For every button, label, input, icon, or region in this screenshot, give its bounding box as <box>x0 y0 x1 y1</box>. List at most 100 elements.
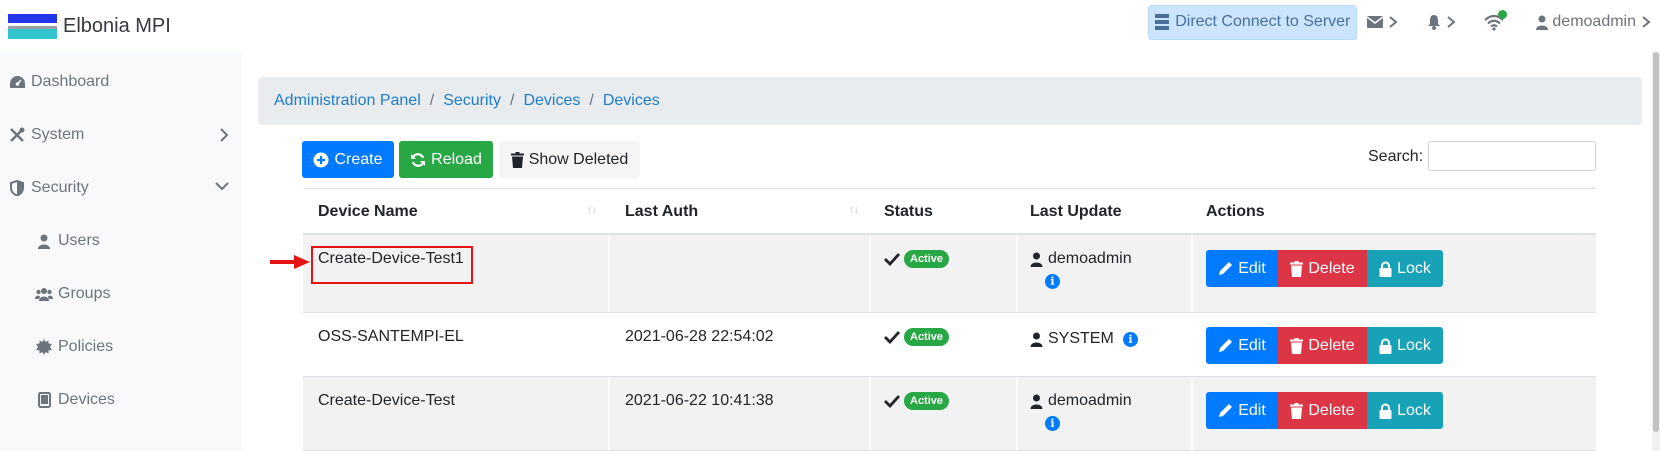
lock-label: Lock <box>1397 401 1431 419</box>
sidebar: Dashboard System Security Users Groups P… <box>0 52 242 451</box>
status-cell: Active <box>884 392 950 410</box>
header-last-auth[interactable]: Last Auth <box>625 203 698 221</box>
sort-icon[interactable]: ↑↓ <box>587 204 597 216</box>
breadcrumb-separator: / <box>589 92 594 109</box>
last-update: SYSTEM <box>1030 330 1114 348</box>
connection-status[interactable] <box>1484 10 1508 31</box>
delete-button[interactable]: Delete <box>1278 327 1367 364</box>
breadcrumb-devices[interactable]: Devices <box>523 92 580 110</box>
check-icon <box>884 395 900 408</box>
page-scrollbar[interactable] <box>1652 52 1660 451</box>
user-icon <box>1030 332 1043 347</box>
sidebar-item-system[interactable]: System <box>8 120 230 150</box>
highlight-box <box>311 246 473 284</box>
last-update: demoadmin <box>1030 392 1132 410</box>
chevron-right-icon <box>1389 16 1398 28</box>
sidebar-item-label: Groups <box>58 285 111 302</box>
brand[interactable]: Elbonia MPI <box>8 14 171 39</box>
flag-logo <box>8 14 57 39</box>
sort-icon[interactable]: ↑↓ <box>849 204 859 216</box>
pencil-icon <box>1219 262 1233 275</box>
envelope-icon <box>1367 16 1384 28</box>
breadcrumb-administration-panel[interactable]: Administration Panel <box>274 92 421 110</box>
lock-icon <box>1379 338 1392 354</box>
scrollbar-thumb[interactable] <box>1653 52 1659 432</box>
delete-label: Delete <box>1308 401 1355 419</box>
create-button[interactable]: Create <box>302 141 394 178</box>
user-icon <box>1030 394 1043 409</box>
sidebar-item-users[interactable]: Users <box>35 226 257 256</box>
sidebar-item-label: Dashboard <box>31 73 110 90</box>
lock-button[interactable]: Lock <box>1367 250 1443 287</box>
chevron-right-icon <box>1642 16 1651 28</box>
tablet-icon <box>35 391 53 409</box>
header-device-name[interactable]: Device Name <box>318 203 418 221</box>
server-icon <box>1155 14 1170 30</box>
status-cell: Active <box>884 328 950 346</box>
sidebar-item-label: Security <box>31 179 89 196</box>
delete-label: Delete <box>1308 259 1355 277</box>
edit-button[interactable]: Edit <box>1206 327 1278 364</box>
plus-circle-icon <box>313 152 329 167</box>
device-name: Create-Device-Test <box>318 392 455 409</box>
delete-label: Delete <box>1308 336 1355 354</box>
edit-label: Edit <box>1238 336 1266 354</box>
breadcrumb-separator: / <box>510 92 515 109</box>
delete-button[interactable]: Delete <box>1278 392 1367 429</box>
reload-label: Reload <box>431 150 482 168</box>
trash-icon <box>510 151 524 168</box>
chevron-right-icon <box>220 128 229 142</box>
user-icon <box>1536 15 1549 30</box>
show-deleted-button[interactable]: Show Deleted <box>499 141 640 178</box>
edit-label: Edit <box>1238 259 1266 277</box>
edit-label: Edit <box>1238 401 1266 419</box>
header-status: Status <box>884 203 933 220</box>
check-icon <box>884 331 900 344</box>
pencil-icon <box>1219 339 1233 352</box>
lock-icon <box>1379 261 1392 277</box>
last-update: demoadmin <box>1030 250 1132 268</box>
row-actions: Edit Delete Lock <box>1206 392 1443 429</box>
breadcrumb-separator: / <box>429 92 435 109</box>
show-deleted-label: Show Deleted <box>528 150 629 168</box>
sidebar-item-dashboard[interactable]: Dashboard <box>8 67 230 97</box>
edit-button[interactable]: Edit <box>1206 250 1278 287</box>
breadcrumb-security[interactable]: Security <box>443 92 501 110</box>
status-badge: Active <box>904 250 950 268</box>
pencil-icon <box>1219 404 1233 417</box>
table-row: Create-Device-Test1 Active demoadmin i E… <box>303 235 1596 313</box>
info-icon[interactable]: i <box>1045 274 1060 289</box>
info-icon[interactable]: i <box>1123 332 1138 347</box>
reload-button[interactable]: Reload <box>399 141 493 178</box>
notifications-menu[interactable] <box>1427 14 1457 30</box>
edit-button[interactable]: Edit <box>1206 392 1278 429</box>
shield-icon <box>8 179 26 197</box>
breadcrumb-devices-current[interactable]: Devices <box>603 92 660 110</box>
tools-icon <box>8 126 26 144</box>
sidebar-item-devices[interactable]: Devices <box>35 385 257 415</box>
trash-icon <box>1290 337 1304 354</box>
messages-menu[interactable] <box>1367 14 1399 30</box>
info-icon[interactable]: i <box>1045 416 1060 431</box>
updated-by: SYSTEM <box>1048 330 1114 347</box>
lock-icon <box>1379 403 1392 419</box>
lock-button[interactable]: Lock <box>1367 327 1443 364</box>
last-auth: 2021-06-22 10:41:38 <box>625 392 774 409</box>
bell-icon <box>1428 15 1441 30</box>
lock-button[interactable]: Lock <box>1367 392 1443 429</box>
create-label: Create <box>334 150 383 168</box>
direct-connect-button[interactable]: Direct Connect to Server <box>1148 4 1358 40</box>
sidebar-item-policies[interactable]: Policies <box>35 332 257 362</box>
sidebar-item-security[interactable]: Security <box>8 173 230 203</box>
updated-by: demoadmin <box>1048 250 1132 267</box>
sidebar-item-label: Policies <box>58 338 114 355</box>
search-input[interactable] <box>1428 141 1596 171</box>
arrow-pointer-icon <box>270 255 310 269</box>
chevron-right-icon <box>1447 16 1456 28</box>
user-icon <box>1030 252 1043 267</box>
updated-by: demoadmin <box>1048 392 1132 409</box>
dashboard-icon <box>8 73 26 91</box>
user-menu[interactable]: demoadmin <box>1536 13 1652 31</box>
delete-button[interactable]: Delete <box>1278 250 1367 287</box>
sidebar-item-groups[interactable]: Groups <box>35 279 257 309</box>
